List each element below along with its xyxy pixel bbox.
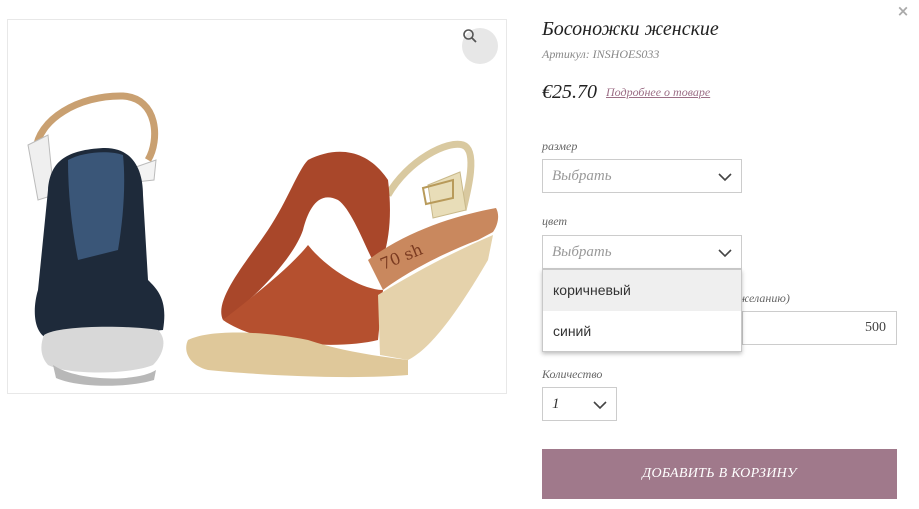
quantity-value: 1 bbox=[552, 396, 560, 412]
amount-label: желанию) bbox=[738, 291, 790, 305]
add-to-cart-button[interactable]: ДОБАВИТЬ В КОРЗИНУ bbox=[542, 449, 897, 499]
color-option-blue[interactable]: синий bbox=[543, 311, 741, 352]
size-label: размер bbox=[542, 139, 578, 153]
sandals-illustration: 70 sh bbox=[27, 92, 499, 386]
product-image: 70 sh bbox=[7, 19, 507, 394]
more-details-link[interactable]: Подробнее о товаре bbox=[606, 85, 710, 100]
color-option-brown[interactable]: коричневый bbox=[543, 270, 741, 311]
magnifier-icon bbox=[463, 29, 477, 43]
quantity-label: Количество bbox=[542, 367, 603, 381]
product-sku: Артикул: INSHOES033 bbox=[542, 47, 660, 61]
zoom-button[interactable] bbox=[462, 28, 498, 64]
color-select[interactable]: Выбрать bbox=[542, 235, 742, 269]
color-label: цвет bbox=[542, 214, 568, 228]
chevron-down-icon bbox=[718, 249, 732, 258]
size-select-value: Выбрать bbox=[552, 168, 612, 184]
color-dropdown: коричневый синий bbox=[542, 269, 742, 352]
close-icon[interactable]: × bbox=[895, 2, 911, 20]
product-price: €25.70 bbox=[542, 81, 597, 103]
color-select-value: Выбрать bbox=[552, 244, 612, 260]
size-select[interactable]: Выбрать bbox=[542, 159, 742, 193]
quantity-select[interactable]: 1 bbox=[542, 387, 617, 421]
amount-input[interactable]: 500 bbox=[742, 311, 897, 345]
chevron-down-icon bbox=[593, 401, 607, 410]
product-title: Босоножки женские bbox=[542, 18, 719, 40]
chevron-down-icon bbox=[718, 173, 732, 182]
